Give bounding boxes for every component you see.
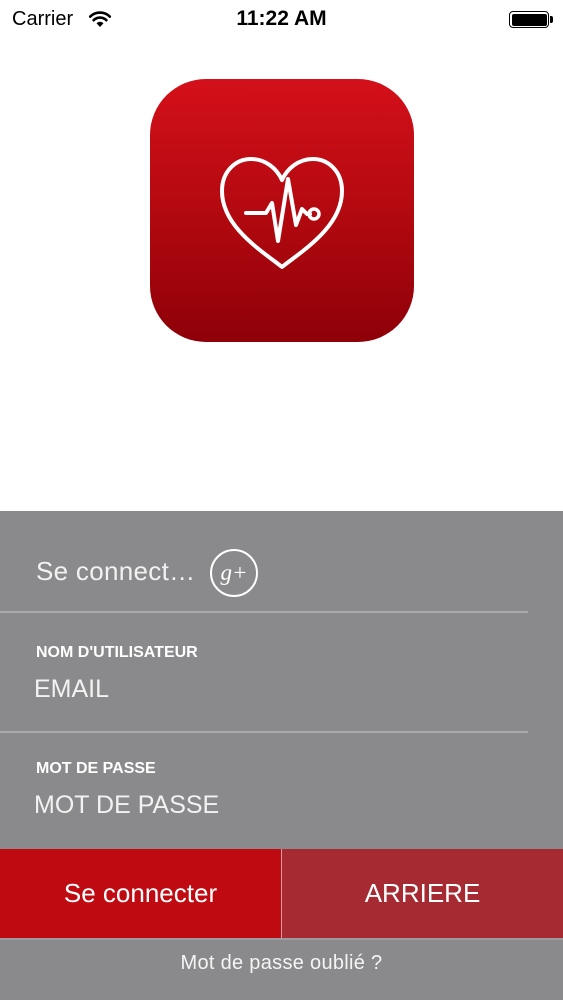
app-logo xyxy=(150,79,414,342)
battery-fill xyxy=(511,13,547,26)
clock: 11:22 AM xyxy=(236,7,327,30)
password-label: MOT DE PASSE xyxy=(36,760,156,777)
heart-pulse-icon xyxy=(220,157,344,269)
google-plus-button[interactable]: g+ xyxy=(210,549,258,597)
battery-icon xyxy=(509,11,549,28)
forgot-password-link[interactable]: Mot de passe oublié ? xyxy=(0,952,563,975)
email-field[interactable] xyxy=(34,672,514,706)
google-signin-row[interactable]: Se connect… g+ xyxy=(0,511,563,613)
google-signin-label: Se connect… xyxy=(36,556,196,586)
status-bar: Carrier 11:22 AM xyxy=(0,0,563,40)
login-panel: Se connect… g+ NOM D'UTILISATEUR MOT DE … xyxy=(0,511,563,849)
back-button[interactable]: ARRIERE xyxy=(282,849,563,938)
divider xyxy=(0,611,528,613)
battery-tip xyxy=(550,16,553,23)
connect-button[interactable]: Se connecter xyxy=(0,849,281,938)
google-plus-icon: g+ xyxy=(220,560,248,585)
password-field[interactable] xyxy=(34,788,514,822)
divider xyxy=(0,731,528,733)
footer: Mot de passe oublié ? xyxy=(0,938,563,1000)
username-label: NOM D'UTILISATEUR xyxy=(36,644,198,661)
